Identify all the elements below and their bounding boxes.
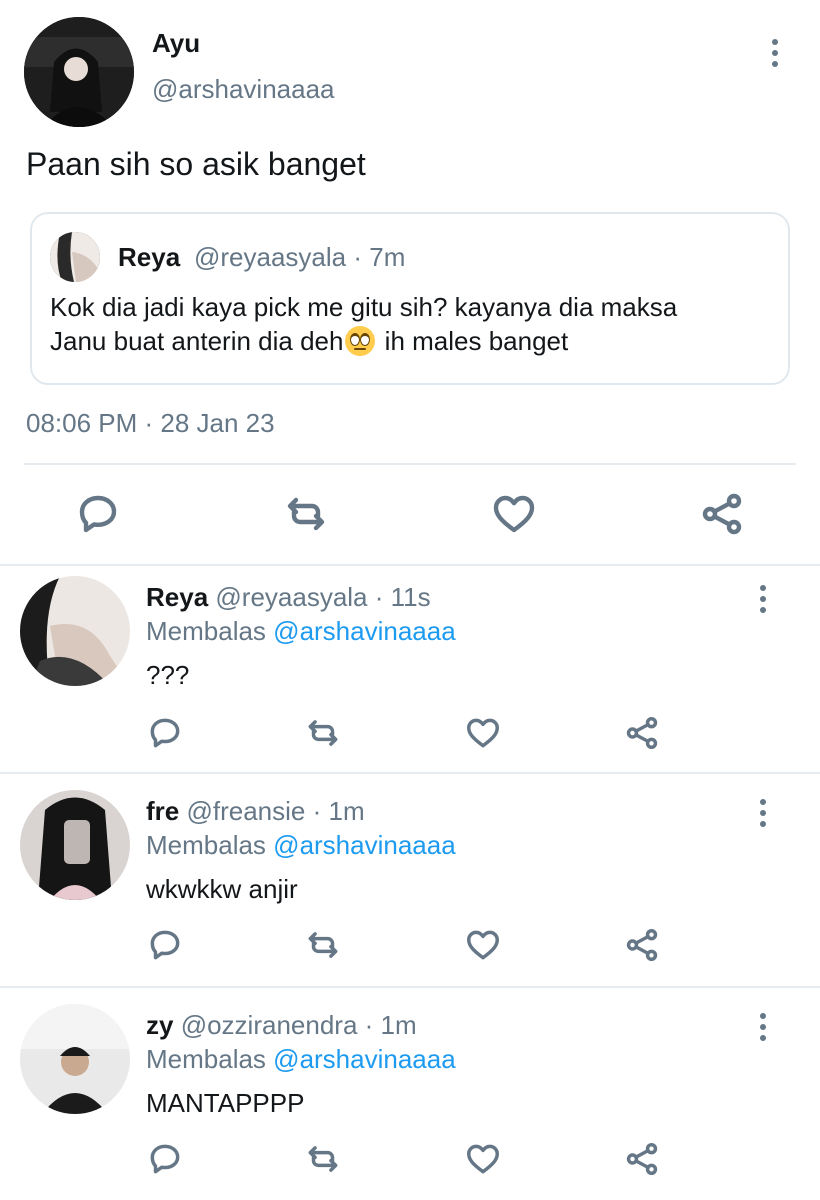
quoted-text: Kok dia jadi kaya pick me gitu sih? kaya… — [50, 290, 780, 358]
retweet-icon[interactable] — [282, 490, 330, 538]
heart-icon[interactable] — [464, 926, 502, 964]
reply-header: Reya @reyaasyala · 11s — [146, 582, 431, 613]
avatar[interactable] — [20, 1004, 130, 1114]
main-tweet: Ayu @arshavinaaaa Paan sih so asik bange… — [0, 0, 820, 566]
share-icon[interactable] — [698, 490, 746, 538]
reply-tweet[interactable]: zy @ozziranendra · 1m Membalas @arshavin… — [0, 994, 820, 1200]
heart-icon[interactable] — [490, 490, 538, 538]
avatar-photo-icon — [20, 1004, 130, 1114]
avatar-photo-icon — [50, 232, 100, 282]
share-icon[interactable] — [623, 714, 661, 752]
reply-handle-time: @reyaasyala · 11s — [215, 582, 431, 612]
author-handle[interactable]: @arshavinaaaa — [152, 74, 335, 105]
quoted-text-line2: Janu buat anterin dia deh — [50, 326, 344, 356]
quoted-tweet[interactable]: Reya @reyaasyala · 7m Kok dia jadi kaya … — [30, 212, 790, 385]
avatar-photo-icon — [20, 790, 130, 900]
replying-to-link[interactable]: @arshavinaaaa — [273, 830, 456, 860]
replying-prefix: Membalas — [146, 1044, 266, 1074]
speech-bubble-icon[interactable] — [74, 490, 122, 538]
divider — [0, 986, 820, 988]
avatar[interactable] — [20, 790, 130, 900]
reply-text: MANTAPPPP — [146, 1088, 305, 1118]
heart-icon[interactable] — [464, 1140, 502, 1178]
reply-author-name[interactable]: fre — [146, 796, 179, 826]
reply-actions — [0, 926, 820, 976]
reply-header: fre @freansie · 1m — [146, 796, 365, 827]
tweet-timestamp[interactable]: 08:06 PM · 28 Jan 23 — [26, 408, 275, 439]
avatar[interactable] — [20, 576, 130, 686]
reply-actions — [0, 1140, 820, 1190]
more-vertical-icon[interactable] — [751, 796, 775, 830]
author-name[interactable]: Ayu — [152, 28, 200, 59]
share-icon[interactable] — [623, 926, 661, 964]
reply-text: wkwkkw anjir — [146, 874, 298, 904]
more-vertical-icon[interactable] — [751, 582, 775, 616]
avatar-photo-icon — [24, 17, 134, 127]
reply-header: zy @ozziranendra · 1m — [146, 1010, 417, 1041]
reply-text: ??? — [146, 660, 190, 690]
tweet-actions — [0, 490, 820, 540]
quoted-handle-time: @reyaasyala · 7m — [194, 242, 406, 272]
replying-to-link[interactable]: @arshavinaaaa — [273, 1044, 456, 1074]
reply-author-name[interactable]: Reya — [146, 582, 208, 612]
speech-bubble-icon[interactable] — [146, 714, 184, 752]
speech-bubble-icon[interactable] — [146, 926, 184, 964]
heart-icon[interactable] — [464, 714, 502, 752]
avatar[interactable] — [24, 17, 134, 127]
divider — [24, 463, 796, 465]
replying-prefix: Membalas — [146, 616, 266, 646]
retweet-icon[interactable] — [304, 1140, 342, 1178]
reply-actions — [0, 714, 820, 764]
divider — [0, 772, 820, 774]
avatar — [50, 232, 100, 282]
retweet-icon[interactable] — [304, 926, 342, 964]
retweet-icon[interactable] — [304, 714, 342, 752]
reply-handle-time: @ozziranendra · 1m — [180, 1010, 417, 1040]
replying-prefix: Membalas — [146, 830, 266, 860]
tweet-text: Paan sih so asik banget — [26, 146, 366, 182]
rolling-eyes-emoji-icon — [345, 326, 376, 356]
more-vertical-icon[interactable] — [751, 1010, 775, 1044]
reply-author-name[interactable]: zy — [146, 1010, 173, 1040]
replying-to: Membalas @arshavinaaaa — [146, 830, 456, 861]
speech-bubble-icon[interactable] — [146, 1140, 184, 1178]
more-vertical-icon[interactable] — [763, 36, 787, 70]
reply-tweet[interactable]: fre @freansie · 1m Membalas @arshavinaaa… — [0, 780, 820, 990]
replying-to-link[interactable]: @arshavinaaaa — [273, 616, 456, 646]
quoted-author-name: Reya — [118, 242, 181, 272]
avatar-photo-icon — [20, 576, 130, 686]
reply-tweet[interactable]: Reya @reyaasyala · 11s Membalas @arshavi… — [0, 566, 820, 776]
reply-handle-time: @freansie · 1m — [186, 796, 365, 826]
quoted-text-line2-end: ih males banget — [377, 326, 569, 356]
replying-to: Membalas @arshavinaaaa — [146, 616, 456, 647]
quoted-text-line1: Kok dia jadi kaya pick me gitu sih? kaya… — [50, 292, 678, 322]
share-icon[interactable] — [623, 1140, 661, 1178]
replying-to: Membalas @arshavinaaaa — [146, 1044, 456, 1075]
